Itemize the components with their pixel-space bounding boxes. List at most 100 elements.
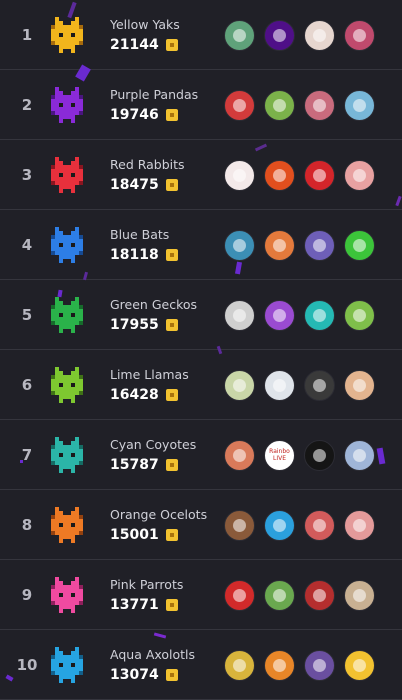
team-score: 13771 xyxy=(110,597,159,613)
yellow-monster-avatar[interactable] xyxy=(224,650,255,681)
bee-avatar[interactable] xyxy=(344,650,375,681)
green-eyed-avatar[interactable] xyxy=(224,370,255,401)
avatar-face xyxy=(273,379,286,392)
leaderboard: 1 Yellow Yaks 21144 2 Purple Pandas 19746 3 Red… xyxy=(0,0,402,700)
cat-avatar[interactable] xyxy=(224,20,255,51)
sheep-avatar[interactable] xyxy=(224,160,255,191)
red-girl-avatar[interactable] xyxy=(304,510,335,541)
avatar-face xyxy=(313,589,326,602)
team-mascot-icon xyxy=(51,507,83,543)
purple-creature-avatar[interactable] xyxy=(304,650,335,681)
goggles-avatar[interactable] xyxy=(304,230,335,261)
ninja-avatar[interactable] xyxy=(224,580,255,611)
green-hat-avatar[interactable] xyxy=(264,90,295,121)
team-row[interactable]: 8 Orange Ocelots 15001 xyxy=(0,490,402,560)
room-avatar[interactable] xyxy=(224,510,255,541)
redhead-avatar[interactable] xyxy=(304,20,335,51)
avatar-face xyxy=(313,449,326,462)
orange-swirl-avatar[interactable] xyxy=(264,650,295,681)
team-mascot-icon xyxy=(51,367,83,403)
avatar-face xyxy=(353,379,366,392)
avatar-face xyxy=(273,169,286,182)
avatar-face xyxy=(233,169,246,182)
avatar-face xyxy=(233,379,246,392)
team-rank: 4 xyxy=(21,236,33,254)
team-row[interactable]: 2 Purple Pandas 19746 xyxy=(0,70,402,140)
team-score: 21144 xyxy=(110,37,159,53)
team-row[interactable]: 7 Cyan Coyotes 15787 Rainbo LIVE xyxy=(0,420,402,490)
avatar-face xyxy=(313,29,326,42)
team-row[interactable]: 9 Pink Parrots 13771 xyxy=(0,560,402,630)
team-rank: 3 xyxy=(21,166,33,184)
pixel-man-avatar[interactable] xyxy=(264,580,295,611)
avatar-face xyxy=(233,449,246,462)
team-name: Green Geckos xyxy=(110,297,198,312)
purple-hair-avatar[interactable] xyxy=(264,300,295,331)
team-rank: 9 xyxy=(21,586,33,604)
pink-hair-avatar[interactable] xyxy=(344,160,375,191)
team-row[interactable]: 4 Blue Bats 18118 xyxy=(0,210,402,280)
avatar-face xyxy=(273,29,286,42)
rainbow-live-avatar[interactable]: Rainbo LIVE xyxy=(264,440,295,471)
teal-avatar[interactable] xyxy=(304,300,335,331)
team-mascot-icon xyxy=(51,577,83,613)
brunette-avatar[interactable] xyxy=(224,300,255,331)
avatar-face xyxy=(313,309,326,322)
avatar-face xyxy=(233,239,246,252)
blond-avatar[interactable] xyxy=(344,90,375,121)
blond-man-avatar[interactable] xyxy=(344,440,375,471)
avatar-face xyxy=(313,379,326,392)
logo-s-avatar[interactable] xyxy=(264,160,295,191)
orange-hair-avatar[interactable] xyxy=(264,230,295,261)
avatar-face xyxy=(353,239,366,252)
avatar-face xyxy=(313,659,326,672)
team-row[interactable]: 1 Yellow Yaks 21144 xyxy=(0,0,402,70)
team-rank: 7 xyxy=(21,446,33,464)
dark-avatar[interactable] xyxy=(304,370,335,401)
team-row[interactable]: 6 Lime Llamas 16428 xyxy=(0,350,402,420)
coin-icon xyxy=(166,669,178,681)
team-rank: 8 xyxy=(21,516,33,534)
team-mascot-icon xyxy=(51,87,83,123)
avatar-face xyxy=(273,99,286,112)
team-score: 17955 xyxy=(110,317,159,333)
bandana-avatar[interactable] xyxy=(304,90,335,121)
bearded-avatar[interactable] xyxy=(344,370,375,401)
smile-avatar[interactable] xyxy=(344,510,375,541)
avatar-face xyxy=(313,169,326,182)
hood-avatar[interactable] xyxy=(304,580,335,611)
team-row[interactable]: 10 Aqua Axolotls 13074 xyxy=(0,630,402,700)
team-score: 13074 xyxy=(110,667,159,683)
anime-girl-avatar[interactable] xyxy=(344,20,375,51)
leaf-avatar[interactable] xyxy=(344,300,375,331)
avatar-face xyxy=(273,589,286,602)
coin-icon xyxy=(166,599,178,611)
team-score: 19746 xyxy=(110,107,159,123)
man-avatar[interactable] xyxy=(224,230,255,261)
glasses-avatar[interactable] xyxy=(224,440,255,471)
team-score: 15787 xyxy=(110,457,159,473)
coin-icon xyxy=(166,39,178,51)
team-mascot-icon xyxy=(51,227,83,263)
team-name: Aqua Axolotls xyxy=(110,647,196,662)
avatar-face xyxy=(233,659,246,672)
spider-avatar[interactable] xyxy=(224,90,255,121)
penguin-avatar[interactable] xyxy=(264,510,295,541)
green-cube-avatar[interactable] xyxy=(344,230,375,261)
drop-avatar[interactable] xyxy=(304,160,335,191)
team-score: 15001 xyxy=(110,527,159,543)
avatar-face xyxy=(273,239,286,252)
avatar-face xyxy=(233,519,246,532)
team-row[interactable]: 3 Red Rabbits 18475 xyxy=(0,140,402,210)
avatar-face xyxy=(353,169,366,182)
avatar-face xyxy=(313,239,326,252)
purple-avatar[interactable] xyxy=(264,20,295,51)
team-name: Yellow Yaks xyxy=(110,17,180,32)
avatar-face xyxy=(273,309,286,322)
avatar-face xyxy=(313,519,326,532)
dark-figure-avatar[interactable] xyxy=(304,440,335,471)
blonde-avatar[interactable] xyxy=(344,580,375,611)
team-score: 18475 xyxy=(110,177,159,193)
white-hair-avatar[interactable] xyxy=(264,370,295,401)
team-rank: 2 xyxy=(21,96,33,114)
